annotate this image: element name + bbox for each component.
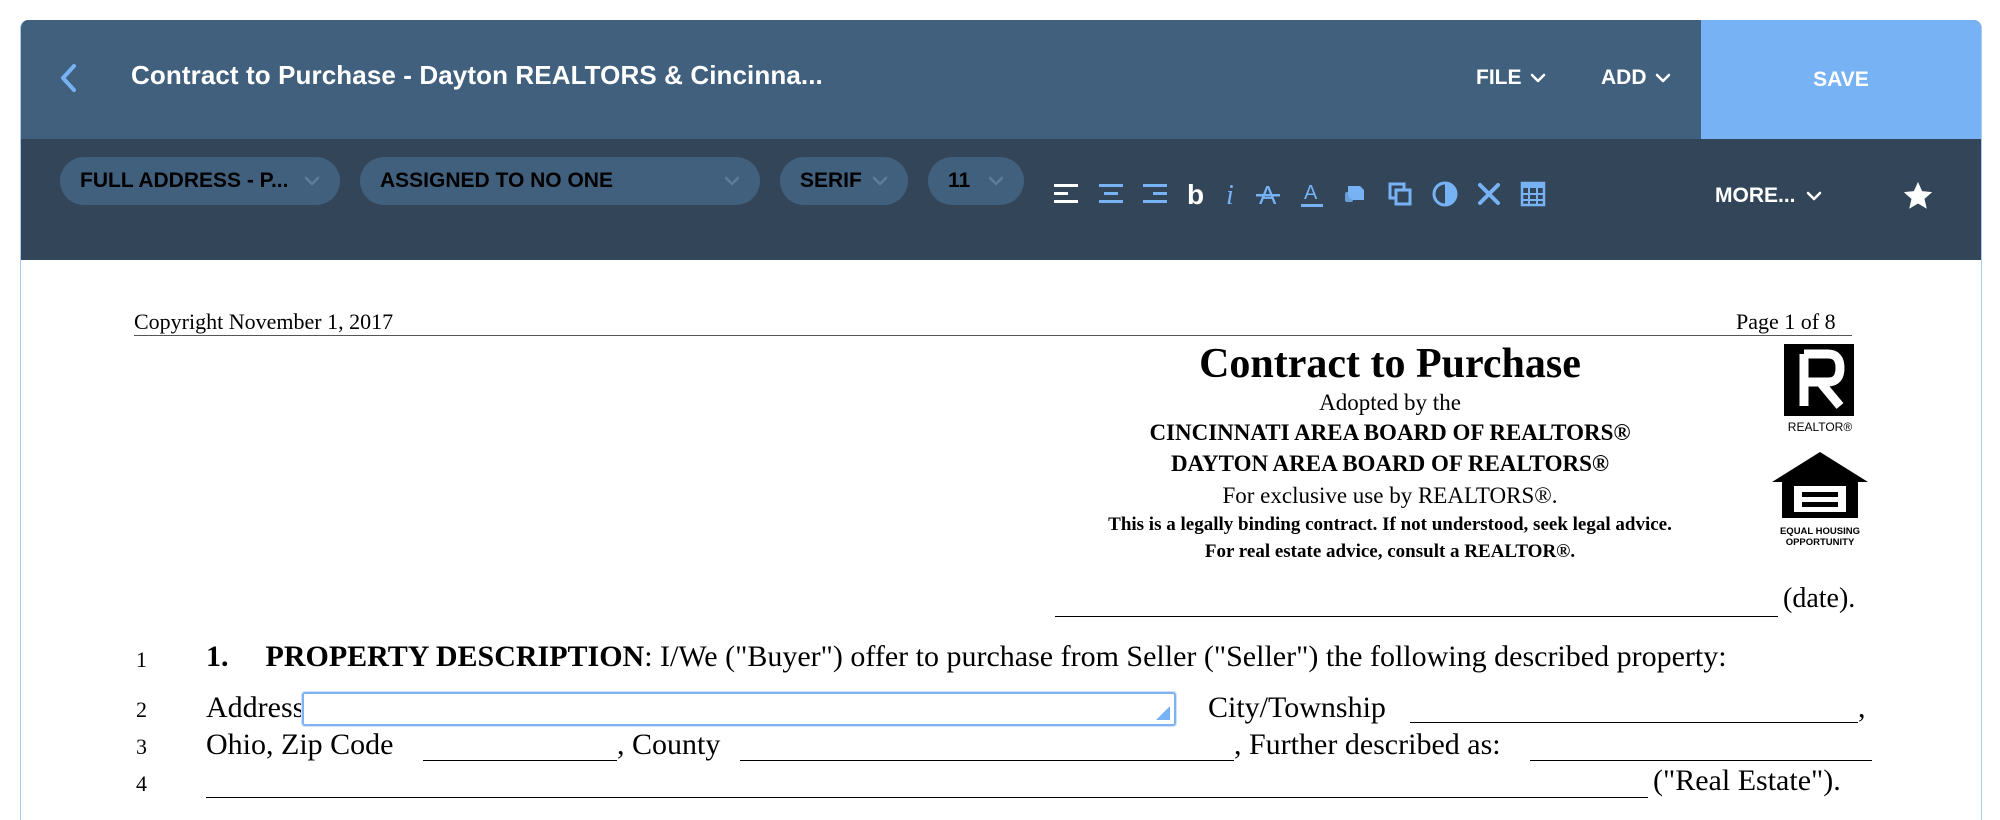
adopted-text: Adopted by the — [1319, 390, 1461, 415]
font-size-select[interactable]: 11 — [928, 157, 1024, 205]
align-center-button[interactable] — [1096, 179, 1126, 209]
line-number: 1 — [136, 647, 147, 672]
chevron-down-icon — [724, 176, 740, 186]
add-menu-label: ADD — [1601, 66, 1647, 89]
equal-housing-icon: EQUAL HOUSING OPPORTUNITY — [1772, 452, 1868, 548]
text-color-button[interactable]: A — [1297, 179, 1327, 209]
svg-text:A: A — [1304, 182, 1318, 204]
chevron-left-icon — [61, 64, 76, 92]
field-type-select[interactable]: FULL ADDRESS - P... — [60, 157, 340, 205]
county-label: , County — [617, 728, 721, 761]
realtor-logo-icon: REALTOR® — [1784, 344, 1854, 434]
assignee-select[interactable]: ASSIGNED TO NO ONE — [360, 157, 760, 205]
align-right-button[interactable] — [1140, 179, 1170, 209]
section-title: PROPERTY DESCRIPTION — [265, 640, 645, 673]
document-title: Contract to Purchase - Dayton REALTORS &… — [131, 60, 823, 90]
chevron-down-icon — [304, 176, 320, 186]
copy-button[interactable] — [1385, 179, 1415, 209]
city-line — [1410, 722, 1858, 723]
realtor-logo-text: REALTOR® — [1788, 420, 1853, 434]
save-button[interactable]: SAVE — [1701, 20, 1981, 139]
font-size-value: 11 — [948, 169, 971, 192]
header-divider — [134, 335, 1852, 336]
table-icon — [1520, 181, 1546, 207]
address-field[interactable] — [302, 692, 1176, 726]
chevron-down-icon — [872, 176, 888, 186]
chevron-down-icon — [1806, 191, 1821, 201]
binding-notice: This is a legally binding contract. If n… — [1108, 514, 1672, 535]
svg-text:EQUAL HOUSING: EQUAL HOUSING — [1780, 526, 1860, 537]
more-menu-button[interactable]: MORE... — [1715, 184, 1822, 208]
more-label: MORE... — [1715, 184, 1796, 207]
svg-text:OPPORTUNITY: OPPORTUNITY — [1786, 537, 1855, 548]
section-number: 1. — [206, 640, 229, 673]
svg-text:i: i — [1226, 180, 1234, 208]
strikethrough-button[interactable]: A — [1253, 179, 1283, 209]
copyright-text: Copyright November 1, 2017 — [134, 309, 394, 334]
chevron-down-icon — [1530, 73, 1545, 83]
section-text: : I/We ("Buyer") offer to purchase from … — [644, 640, 1727, 673]
favorite-button[interactable] — [1898, 176, 1938, 216]
real-estate-label: ("Real Estate"). — [1653, 764, 1841, 797]
city-label: City/Township — [1208, 691, 1386, 724]
header-bar: Contract to Purchase - Dayton REALTORS &… — [21, 20, 1981, 139]
county-line — [740, 760, 1234, 761]
chevron-down-icon — [988, 176, 1004, 186]
advice-notice: For real estate advice, consult a REALTO… — [1204, 541, 1576, 562]
resize-handle-icon[interactable] — [1156, 706, 1170, 720]
font-family-select[interactable]: SERIF — [780, 157, 908, 205]
date-label: (date). — [1783, 583, 1856, 614]
copy-icon — [1388, 182, 1412, 206]
line-number: 4 — [136, 771, 147, 796]
text-color-icon: A — [1301, 182, 1323, 207]
close-icon — [1478, 183, 1500, 205]
field-type-value: FULL ADDRESS - P... — [80, 169, 289, 192]
align-left-icon — [1054, 184, 1078, 203]
file-menu-button[interactable]: FILE — [1476, 66, 1546, 90]
italic-icon: i — [1226, 180, 1234, 208]
strikethrough-icon: A — [1256, 180, 1280, 208]
star-icon — [1903, 181, 1933, 209]
bold-button[interactable]: b — [1180, 179, 1210, 209]
board-name-1: CINCINNATI AREA BOARD OF REALTORS® — [1149, 420, 1631, 445]
board-name-2: DAYTON AREA BOARD OF REALTORS® — [1170, 451, 1610, 476]
svg-text:b: b — [1187, 180, 1204, 208]
fill-icon — [1345, 186, 1364, 202]
page-number: Page 1 of 8 — [1736, 309, 1836, 334]
exclusive-use-text: For exclusive use by REALTORS®. — [1222, 483, 1558, 508]
delete-button[interactable] — [1474, 179, 1504, 209]
equal-housing-logo: EQUAL HOUSING OPPORTUNITY — [1768, 448, 1872, 552]
line-number: 2 — [136, 697, 147, 722]
font-family-value: SERIF — [800, 169, 862, 192]
address-label: Address — [206, 691, 305, 724]
ohio-zip-label: Ohio, Zip Code — [206, 728, 394, 761]
description-line — [206, 797, 1648, 798]
further-line — [1530, 760, 1872, 761]
align-left-button[interactable] — [1051, 179, 1081, 209]
align-right-icon — [1143, 184, 1167, 203]
add-menu-button[interactable]: ADD — [1601, 66, 1671, 90]
chevron-down-icon — [1655, 73, 1670, 83]
fill-button[interactable] — [1341, 179, 1371, 209]
zip-line — [423, 760, 617, 761]
further-label: , Further described as: — [1234, 728, 1501, 761]
align-center-icon — [1099, 184, 1123, 203]
realtor-logo: REALTOR® — [1776, 342, 1864, 434]
file-menu-label: FILE — [1476, 66, 1522, 89]
italic-button[interactable]: i — [1216, 179, 1246, 209]
assignee-value: ASSIGNED TO NO ONE — [380, 169, 613, 192]
line-number: 3 — [136, 734, 147, 759]
contrast-button[interactable] — [1430, 179, 1460, 209]
section-line: 1. PROPERTY DESCRIPTION: I/We ("Buyer") … — [206, 640, 1727, 674]
save-label: SAVE — [1813, 67, 1869, 91]
date-line — [1055, 616, 1778, 617]
back-button[interactable] — [49, 58, 89, 98]
bold-icon: b — [1187, 180, 1204, 208]
table-button[interactable] — [1518, 179, 1548, 209]
contrast-icon — [1432, 181, 1458, 207]
comma-text: , — [1858, 691, 1866, 724]
contract-title: Contract to Purchase — [1199, 341, 1581, 387]
